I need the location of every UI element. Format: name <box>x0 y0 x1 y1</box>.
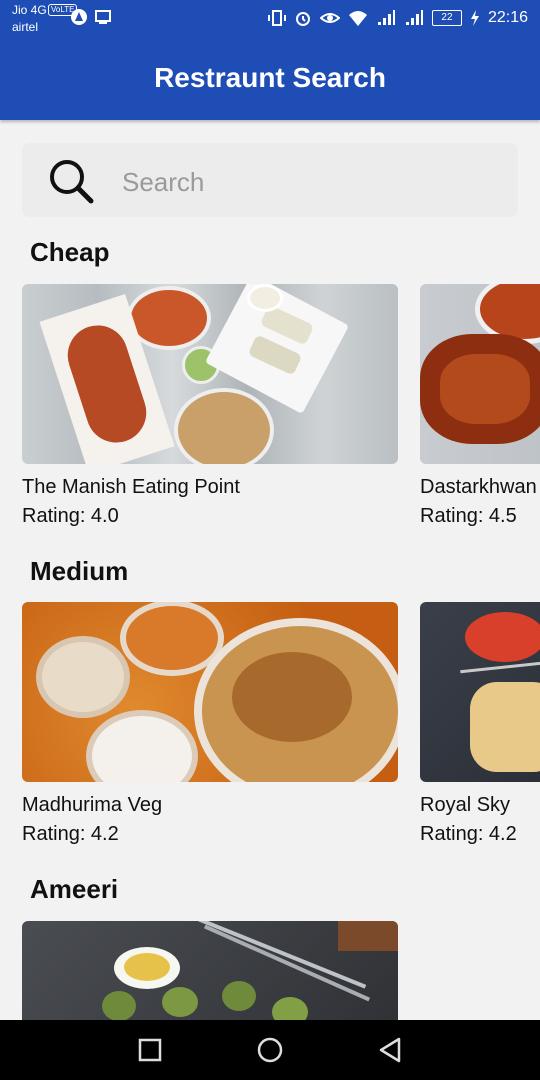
restaurant-card[interactable]: Royal Sky Rating: 4.2 <box>420 602 540 846</box>
section-title-cheap: Cheap <box>30 237 110 267</box>
back-icon[interactable] <box>376 1036 404 1064</box>
restaurant-rating: Rating: 4.2 <box>22 823 119 845</box>
restaurant-name: Madhurima Veg <box>22 794 163 816</box>
restaurant-name: Dastarkhwan <box>420 476 537 498</box>
signal-icon <box>377 10 395 25</box>
signal-icon-2 <box>405 10 423 25</box>
restaurant-row-cheap[interactable]: The Manish Eating Point Rating: 4.0 Dast… <box>22 284 540 544</box>
section-title-medium: Medium <box>30 556 129 586</box>
restaurant-card[interactable]: Madhurima Veg Rating: 4.2 <box>22 602 398 846</box>
restaurant-rating: Rating: 4.5 <box>420 505 517 527</box>
recents-icon[interactable] <box>136 1036 164 1064</box>
restaurant-row-medium[interactable]: Madhurima Veg Rating: 4.2 Royal Sky Rati… <box>22 602 540 862</box>
carrier-label: Jio 4G <box>12 3 47 17</box>
app-bar: Jio 4G VoLTE airtel 22 22:16 Restraunt S… <box>0 0 540 120</box>
restaurant-card[interactable]: Dastarkhwan Rating: 4.5 <box>420 284 540 528</box>
system-icons: 22 22:16 <box>267 8 528 28</box>
restaurant-image[interactable] <box>22 284 398 464</box>
restaurant-image[interactable] <box>420 284 540 464</box>
alarm-icon <box>295 12 310 26</box>
home-icon[interactable] <box>256 1036 284 1064</box>
vibrate-icon <box>267 10 286 26</box>
restaurant-row-ameeri[interactable] <box>22 921 540 1020</box>
restaurant-card[interactable]: The Manish Eating Point Rating: 4.0 <box>22 284 398 528</box>
restaurant-card[interactable] <box>22 921 398 1020</box>
restaurant-image[interactable] <box>22 602 398 782</box>
section-title-ameeri: Ameeri <box>30 874 119 904</box>
search-input[interactable] <box>120 161 504 203</box>
restaurant-image[interactable] <box>22 921 398 1020</box>
system-nav-bar <box>0 1020 540 1080</box>
status-time: 22:16 <box>487 9 528 26</box>
restaurant-name: The Manish Eating Point <box>22 476 240 498</box>
status-bar: Jio 4G VoLTE airtel 22 22:16 <box>0 0 540 40</box>
restaurant-image[interactable] <box>420 602 540 782</box>
eye-icon <box>319 13 340 23</box>
restaurant-rating: Rating: 4.2 <box>420 823 517 845</box>
charging-icon <box>470 10 479 26</box>
app-icon <box>71 9 87 25</box>
restaurant-name: Royal Sky <box>420 794 511 816</box>
page-title: Restraunt Search <box>154 62 386 93</box>
search-bar[interactable] <box>22 143 518 217</box>
screen-icon <box>95 10 111 24</box>
battery-indicator: 22 <box>431 10 462 26</box>
search-icon[interactable] <box>48 158 94 204</box>
carrier-label-2: airtel <box>12 20 39 34</box>
restaurant-rating: Rating: 4.0 <box>22 505 119 527</box>
wifi-icon <box>348 11 367 26</box>
